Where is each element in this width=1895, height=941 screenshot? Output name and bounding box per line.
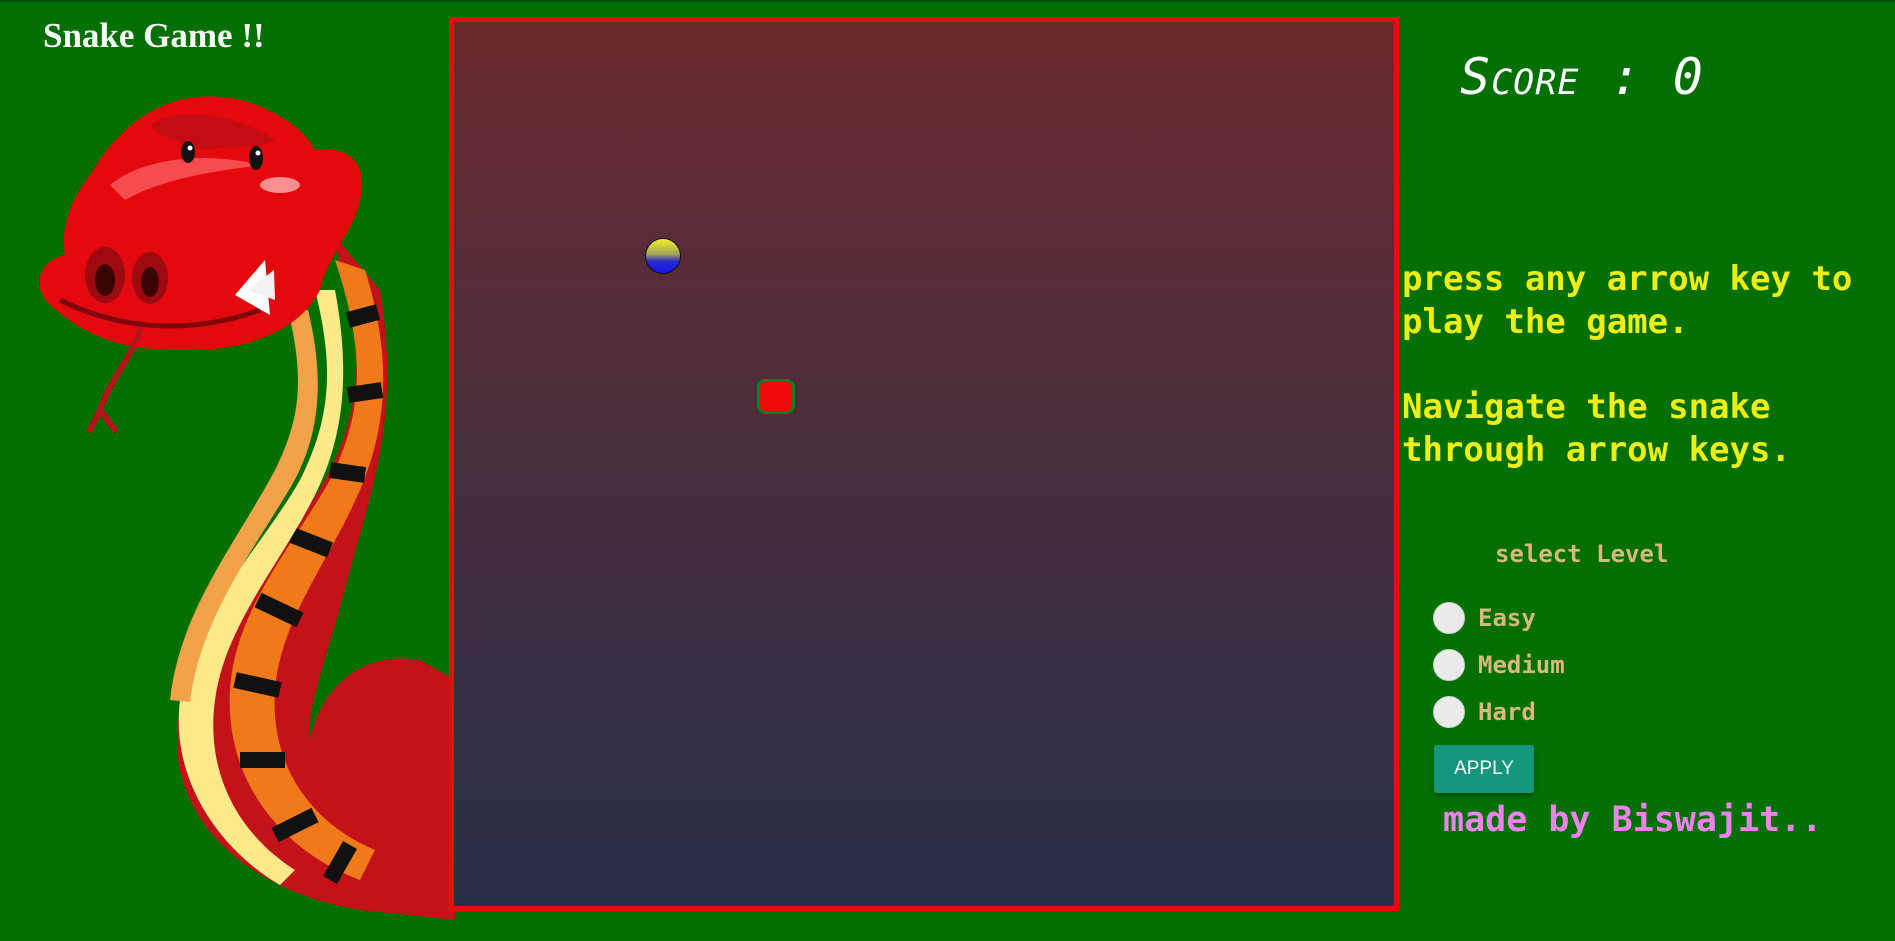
snake-head (757, 379, 795, 414)
author-credit: made by Biswajit.. (1443, 800, 1823, 840)
instructions-panel: press any arrow key to play the game. Na… (1402, 258, 1892, 514)
game-board[interactable] (449, 17, 1399, 911)
easy-label: Easy (1478, 604, 1536, 632)
page-title: Snake Game !! (43, 16, 265, 55)
top-border-line (0, 0, 1895, 2)
easy-radio[interactable] (1433, 602, 1465, 634)
instruction-start: press any arrow key to play the game. (1402, 259, 1853, 342)
apply-button[interactable]: APPLY (1434, 745, 1534, 793)
instruction-navigate: Navigate the snake through arrow keys. (1402, 387, 1791, 470)
level-select-title: select Level (1495, 540, 1669, 568)
medium-radio[interactable] (1433, 649, 1465, 681)
level-option-medium[interactable]: Medium (1433, 649, 1565, 681)
hard-radio[interactable] (1433, 696, 1465, 728)
food-ball (645, 238, 681, 274)
medium-label: Medium (1478, 651, 1565, 679)
score-display: Score : 0 (1460, 48, 1704, 106)
snake-mascot-illustration (39, 96, 455, 920)
level-option-hard[interactable]: Hard (1433, 696, 1536, 728)
hard-label: Hard (1478, 698, 1536, 726)
level-option-easy[interactable]: Easy (1433, 602, 1536, 634)
